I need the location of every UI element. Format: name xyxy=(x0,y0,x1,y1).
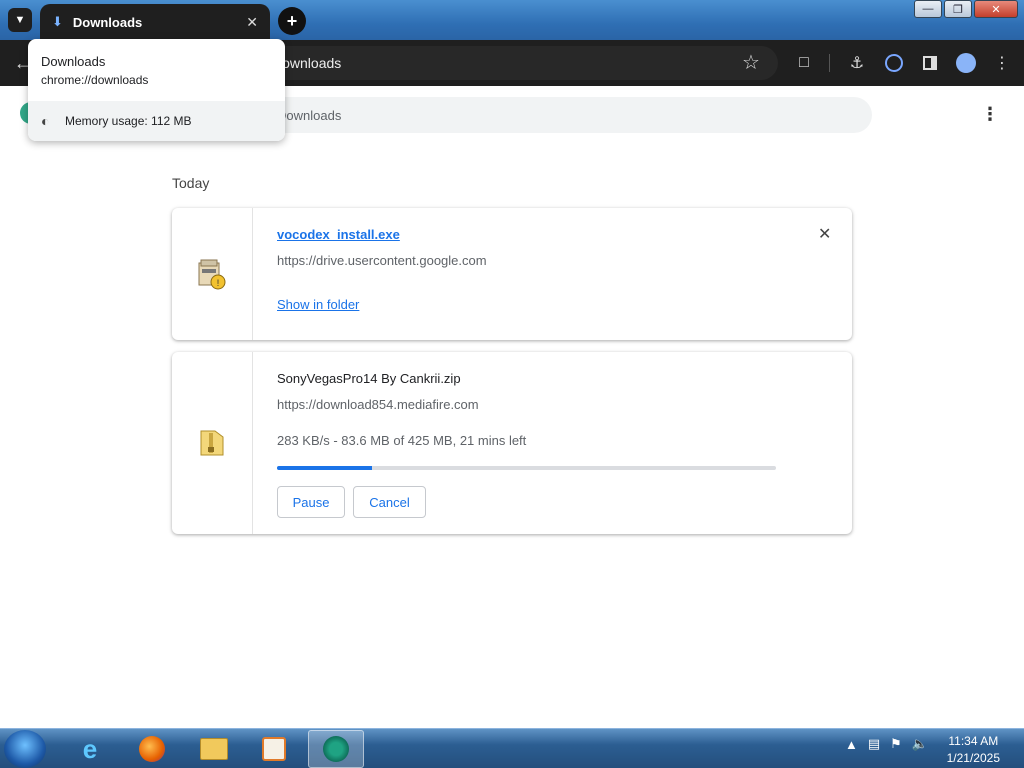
minimize-button[interactable]: — xyxy=(914,0,942,18)
tab-downloads[interactable]: ⬇ Downloads ✕ xyxy=(40,4,270,40)
download-icon: ⬇ xyxy=(52,14,63,29)
tab-search-button[interactable]: ▼ xyxy=(8,8,32,32)
network-icon[interactable]: ▤ xyxy=(868,736,880,752)
gauge-icon: ◐ xyxy=(41,113,50,129)
download-item: ! vocodex_install.exe https://drive.user… xyxy=(172,208,852,340)
restore-button[interactable]: ❐ xyxy=(944,0,972,18)
system-tray: ▲ ▤ ⚑ 🔈 xyxy=(845,736,928,752)
file-source-url: https://download854.mediafire.com xyxy=(277,397,479,412)
explorer-taskbar-button[interactable] xyxy=(186,730,242,768)
restore-icon: ❐ xyxy=(953,3,963,16)
chrome-icon xyxy=(323,736,349,762)
tab-title: Downloads xyxy=(72,14,143,30)
internet-explorer-icon: e xyxy=(82,733,98,764)
pause-button[interactable]: Pause xyxy=(277,486,345,518)
file-name-link[interactable]: vocodex_install.exe xyxy=(277,227,400,242)
file-icon-column: ! xyxy=(172,208,253,340)
labs-flask-icon[interactable]: ⚓ xyxy=(846,52,868,74)
remove-item-close-icon[interactable]: ✕ xyxy=(818,224,831,244)
kebab-menu-icon[interactable]: ⋮ xyxy=(991,52,1013,74)
download-progress-fill xyxy=(277,466,372,470)
file-source-url: https://drive.usercontent.google.com xyxy=(277,253,487,268)
profile-avatar-icon[interactable] xyxy=(955,52,977,74)
page-more-menu-icon[interactable]: ⋮ xyxy=(980,104,1000,126)
cancel-button[interactable]: Cancel xyxy=(353,486,426,518)
hover-card-url: chrome://downloads xyxy=(41,73,149,87)
downloads-search-field[interactable] xyxy=(264,97,872,133)
plus-icon: + xyxy=(286,10,298,31)
download-progress-bar xyxy=(277,466,776,470)
show-in-folder-link[interactable]: Show in folder xyxy=(277,297,359,312)
clock-time: 11:34 AM xyxy=(948,734,999,748)
internet-explorer-taskbar-button[interactable]: e xyxy=(62,730,118,768)
chrome-taskbar-button[interactable] xyxy=(308,730,364,768)
hover-card-title: Downloads xyxy=(41,54,106,69)
new-tab-button[interactable]: + xyxy=(278,7,306,35)
chevron-down-icon: ▼ xyxy=(14,14,26,26)
download-status: 283 KB/s - 83.6 MB of 425 MB, 21 mins le… xyxy=(277,433,527,448)
side-panel-icon[interactable] xyxy=(919,52,941,74)
volume-muted-icon[interactable]: 🔈 xyxy=(912,736,928,752)
memory-usage-text: Memory usage: 112 MB xyxy=(65,114,192,128)
extensions-icon[interactable]: □ xyxy=(793,52,815,74)
show-hidden-icons-icon[interactable]: ▲ xyxy=(845,737,858,752)
installer-file-icon: ! xyxy=(198,259,226,290)
tab-hover-card: Downloads chrome://downloads ◐ Memory us… xyxy=(28,39,285,141)
search-placeholder: Downloads xyxy=(277,108,342,123)
profile-extension-icon[interactable] xyxy=(883,52,905,74)
media-player-taskbar-button[interactable] xyxy=(246,730,302,768)
close-window-button[interactable]: ✕ xyxy=(974,0,1018,18)
svg-text:!: ! xyxy=(217,278,220,288)
close-icon: ✕ xyxy=(991,3,1001,16)
firefox-taskbar-button[interactable] xyxy=(124,730,180,768)
file-name: SonyVegasPro14 By Cankrii.zip xyxy=(277,371,461,386)
tab-close-icon[interactable]: ✕ xyxy=(246,14,258,31)
folder-icon xyxy=(200,738,228,760)
date-section-label: Today xyxy=(172,175,210,191)
taskbar-clock[interactable]: 11:34 AM 1/21/2025 xyxy=(947,733,1000,767)
action-center-flag-icon[interactable]: ⚑ xyxy=(890,736,902,752)
file-icon-column xyxy=(172,352,253,534)
bookmark-star-icon[interactable]: ☆ xyxy=(742,50,760,75)
firefox-icon xyxy=(139,736,165,762)
clock-date: 1/21/2025 xyxy=(946,751,1000,765)
download-item: SonyVegasPro14 By Cankrii.zip https://do… xyxy=(172,352,852,534)
toolbar-divider xyxy=(829,54,830,72)
window-controls: — ❐ ✕ xyxy=(912,0,1018,18)
zip-file-icon xyxy=(200,430,224,456)
media-player-icon xyxy=(262,737,286,761)
minimize-icon: — xyxy=(922,3,934,15)
memory-usage-row: ◐ Memory usage: 112 MB xyxy=(28,101,285,141)
start-button[interactable] xyxy=(4,730,46,768)
